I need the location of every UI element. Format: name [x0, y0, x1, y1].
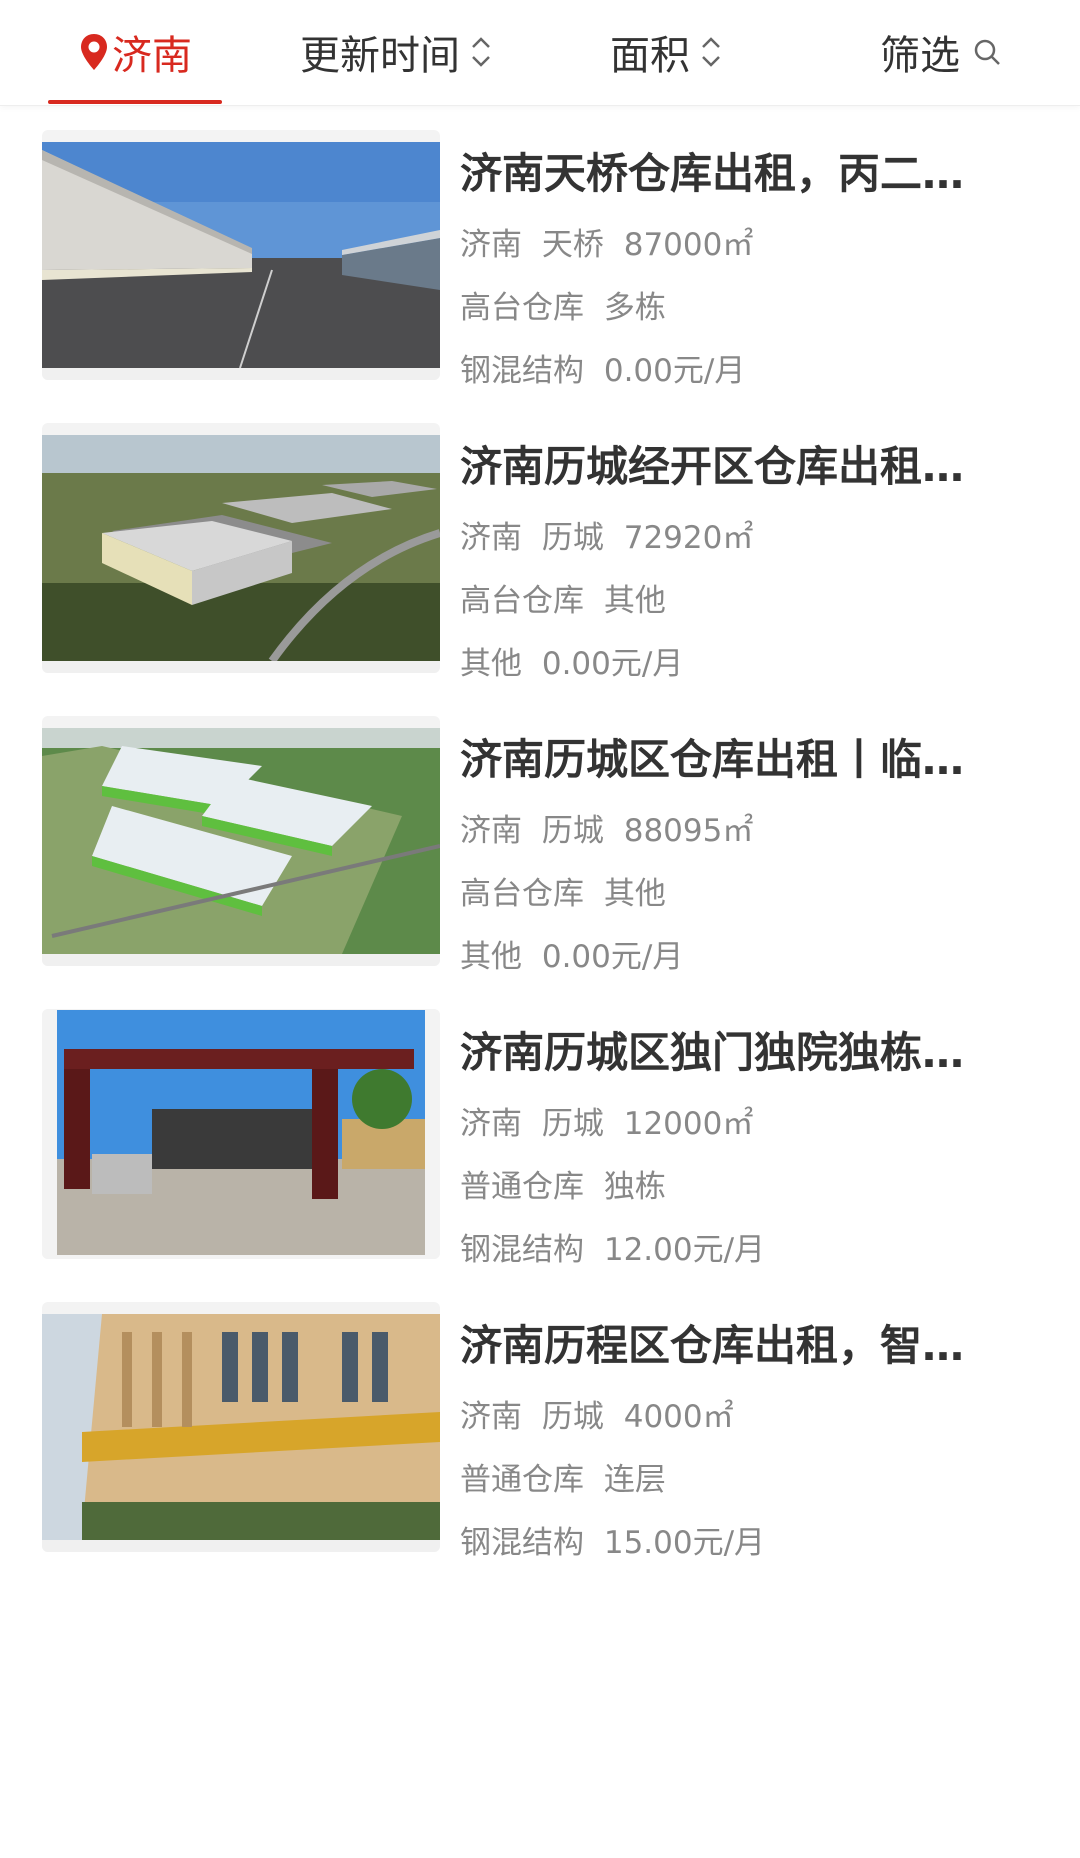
listing-title: 济南历城区独门独院独栋…	[460, 1028, 965, 1077]
listing-location-area: 济南 历城 72920㎡	[460, 520, 754, 556]
listing-type: 高台仓库 其他	[460, 876, 666, 912]
listing-title: 济南天桥仓库出租，丙二…	[460, 149, 965, 198]
listing-type: 普通仓库 连层	[460, 1462, 666, 1498]
listing-price: 其他 0.00元/月	[460, 646, 684, 682]
listing-card[interactable]: 济南历城经开区仓库出租… 济南 历城 72920㎡ 高台仓库 其他 其他 0.0…	[0, 399, 1080, 689]
active-tab-underline	[48, 100, 222, 104]
search-icon	[972, 37, 1002, 67]
listing-title: 济南历程区仓库出租，智…	[460, 1321, 965, 1370]
tab-city[interactable]: 济南	[48, 0, 222, 104]
tab-update-time-label: 更新时间	[300, 33, 460, 79]
listing-location-area: 济南 天桥 87000㎡	[460, 227, 754, 263]
listing-location-area: 济南 历城 4000㎡	[460, 1399, 734, 1435]
tab-area-label: 面积	[610, 33, 690, 79]
listing-price: 钢混结构 12.00元/月	[460, 1232, 766, 1268]
listing-card[interactable]: 济南历城区独门独院独栋… 济南 历城 12000㎡ 普通仓库 独栋 钢混结构 1…	[0, 985, 1080, 1275]
tab-area[interactable]: 面积	[610, 0, 722, 104]
listing-price: 钢混结构 15.00元/月	[460, 1525, 766, 1561]
listing-info: 济南历城经开区仓库出租… 济南 历城 72920㎡ 高台仓库 其他 其他 0.0…	[460, 439, 1000, 684]
listing-price: 其他 0.00元/月	[460, 939, 684, 975]
listing-type: 高台仓库 多栋	[460, 290, 666, 326]
listing-info: 济南天桥仓库出租，丙二… 济南 天桥 87000㎡ 高台仓库 多栋 钢混结构 0…	[460, 146, 1000, 391]
building-facade-photo	[42, 1302, 440, 1552]
tab-update-time[interactable]: 更新时间	[300, 0, 492, 104]
listing-type: 普通仓库 独栋	[460, 1169, 666, 1205]
warehouse-dock-photo	[42, 130, 440, 380]
listing-location-area: 济南 历城 88095㎡	[460, 813, 754, 849]
listing-card[interactable]: 济南天桥仓库出租，丙二… 济南 天桥 87000㎡ 高台仓库 多栋 钢混结构 0…	[0, 106, 1080, 396]
aerial-warehouse-photo	[42, 423, 440, 673]
listing-card[interactable]: 济南历程区仓库出租，智… 济南 历城 4000㎡ 普通仓库 连层 钢混结构 15…	[0, 1278, 1080, 1568]
listing-title: 济南历城区仓库出租丨临…	[460, 735, 965, 784]
listing-card[interactable]: 济南历城区仓库出租丨临… 济南 历城 88095㎡ 高台仓库 其他 其他 0.0…	[0, 692, 1080, 982]
listing-location-area: 济南 历城 12000㎡	[460, 1106, 754, 1142]
listing-title: 济南历城经开区仓库出租…	[460, 442, 965, 491]
tab-city-label: 济南	[112, 33, 192, 79]
listing-type: 高台仓库 其他	[460, 583, 666, 619]
tab-filter[interactable]: 筛选	[880, 0, 1002, 104]
listing-info: 济南历城区仓库出租丨临… 济南 历城 88095㎡ 高台仓库 其他 其他 0.0…	[460, 732, 1000, 977]
gate-photo	[42, 1009, 440, 1259]
sort-icon	[700, 35, 722, 69]
sort-icon	[470, 35, 492, 69]
listing-info: 济南历城区独门独院独栋… 济南 历城 12000㎡ 普通仓库 独栋 钢混结构 1…	[460, 1025, 1000, 1270]
warehouse-rendering	[42, 716, 440, 966]
tab-filter-label: 筛选	[880, 33, 960, 79]
filter-bar: 济南 更新时间 面积 筛选	[0, 0, 1080, 106]
listing-info: 济南历程区仓库出租，智… 济南 历城 4000㎡ 普通仓库 连层 钢混结构 15…	[460, 1318, 1000, 1563]
listing-price: 钢混结构 0.00元/月	[460, 353, 746, 389]
location-pin-icon	[78, 32, 110, 72]
